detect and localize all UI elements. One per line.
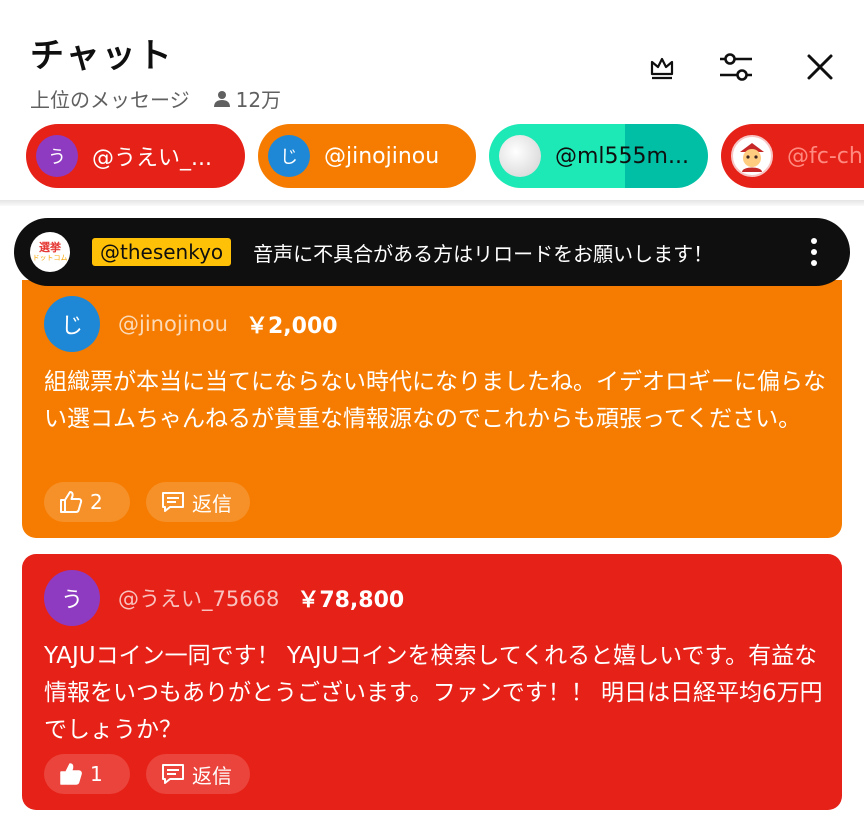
channel-logo: 選挙 ドットコム [30,232,70,272]
avatar [499,135,541,177]
chip-name: @fc-ch [787,143,863,169]
person-icon [213,90,230,107]
reply-icon [162,764,184,784]
chat-mode-selector[interactable]: 上位のメッセージ 12万 [30,84,281,113]
page-title: チャット [30,36,174,76]
message-header: う @うえい_75668 ￥78,800 [44,570,404,626]
super-chat-amount: ￥78,800 [297,588,405,613]
super-chat-amount: ￥2,000 [245,314,338,339]
avatar [731,135,773,177]
chat-header: チャット 上位のメッセージ 12万 う @うえい_... じ @jinojino… [0,0,864,200]
crown-button[interactable] [640,45,684,89]
chip-name: @うえい_... [92,146,212,171]
message-actions: 1 返信 [44,754,266,794]
reply-label: 返信 [192,763,232,788]
reply-button[interactable]: 返信 [146,482,250,522]
avatar[interactable]: う [44,570,100,626]
more-vert-icon[interactable] [804,238,824,266]
message-header: じ @jinojinou ￥2,000 [44,296,338,352]
pinned-chip[interactable]: @fc-ch [721,124,864,188]
message-actions: 2 返信 [44,482,266,522]
character-avatar-icon [740,143,764,172]
reply-label: 返信 [192,491,232,516]
viewer-count: 12万 [212,84,281,113]
avatar[interactable]: じ [44,296,100,352]
avatar: う [36,135,78,177]
pinned-chips-row[interactable]: う @うえい_... じ @jinojinou @ml555m... @fc-c… [26,124,864,188]
viewer-count-value: 12万 [235,88,282,112]
chat-mode-label: 上位のメッセージ [30,88,190,112]
message-text: YAJUコイン一同です！ YAJUコインを検索してくれると嬉しいです。有益な情報… [44,643,823,743]
pinned-chip[interactable]: う @うえい_... [26,124,245,188]
super-chat-message: じ @jinojinou ￥2,000 組織票が本当に当てにならない時代になりま… [22,280,842,538]
avatar: じ [268,135,310,177]
pinned-chip[interactable]: @ml555m... [489,124,708,188]
banner-author-handle[interactable]: @thesenkyo [92,238,232,266]
close-icon [807,54,833,80]
super-chat-message: う @うえい_75668 ￥78,800 YAJUコイン一同です！ YAJUコイ… [22,554,842,810]
crown-icon [650,57,674,80]
like-count: 2 [90,490,103,514]
chip-name: @jinojinou [324,143,440,169]
reply-button[interactable]: 返信 [146,754,250,794]
pinned-announcement-banner[interactable]: 選挙 ドットコム @thesenkyo 音声に不具合がある方はリロードをお願いし… [14,218,850,286]
chip-name: @ml555m... [555,143,689,169]
banner-message-text: 音声に不具合がある方はリロードをお願いします！ [253,241,714,266]
like-count: 1 [90,762,103,786]
header-divider [0,200,864,206]
message-author[interactable]: @jinojinou [118,312,228,336]
logo-text-line1: 選挙 [39,241,61,254]
message-text: 組織票が本当に当てにならない時代になりましたね。イデオロギーに偏らない選コムちゃ… [44,369,826,432]
thumbs-up-icon [60,491,83,513]
like-button[interactable]: 1 [44,754,130,794]
close-button[interactable] [798,45,842,89]
logo-text-line2: ドットコム [32,254,68,262]
message-author[interactable]: @うえい_75668 [118,583,279,613]
thumbs-up-icon [60,763,82,785]
like-button[interactable]: 2 [44,482,130,522]
pinned-chip[interactable]: じ @jinojinou [258,124,476,188]
reply-icon [162,492,184,512]
sliders-icon [720,53,752,81]
filter-button[interactable] [714,45,758,89]
